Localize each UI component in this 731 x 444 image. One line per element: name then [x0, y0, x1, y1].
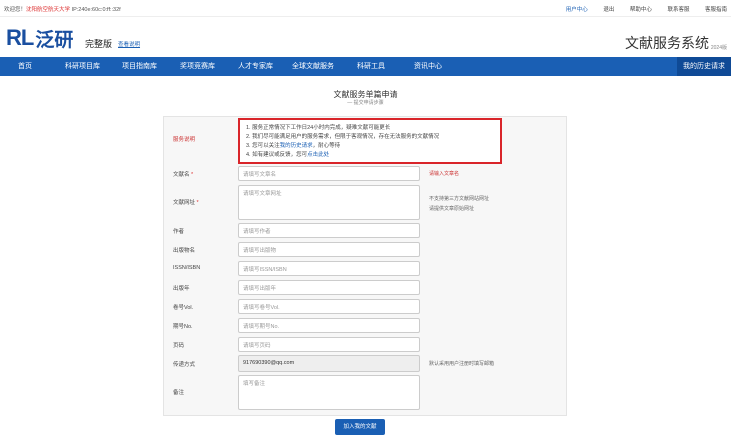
notice-line-1: 1. 服务正常情况下工作日24小时内完成，疑难文献可能更长 [246, 125, 391, 131]
publication-label: 出版物名 [173, 248, 196, 254]
delivery-email-field: 917690390@qq.com [238, 355, 420, 372]
nav-research-projects[interactable]: 科研项目库 [65, 57, 100, 76]
edition-label: 完整版 [85, 39, 113, 49]
url-hint-1: 不支持第三方文献网站网址 [429, 196, 490, 202]
author-input[interactable]: 请填写作者 [238, 223, 420, 238]
welcome-text: 欢迎您！沈阳航空航天大学 IP:240e:60c:0:ff::32f [4, 5, 121, 13]
issn-input[interactable]: 请填写ISSN/ISBN [238, 261, 420, 276]
top-bar: 欢迎您！沈阳航空航天大学 IP:240e:60c:0:ff::32f 用户中心 … [0, 0, 731, 17]
nav-experts[interactable]: 人才专家库 [238, 57, 273, 76]
title-input[interactable]: 请填写文章名 [238, 166, 420, 181]
logo-text: 泛研 [35, 28, 74, 51]
required-mark: * [191, 172, 194, 178]
nav-home[interactable]: 首页 [18, 57, 32, 76]
nav-research-tools[interactable]: 科研工具 [357, 57, 385, 76]
logout-link[interactable]: 退出 [603, 7, 614, 13]
url-hint-2: 请提供文章原始网址 [429, 206, 475, 212]
notice-line-4: 4. 如有建议或反馈，您可点击此处 [246, 151, 494, 160]
nav-awards[interactable]: 奖项竞赛库 [180, 57, 215, 76]
support-guide-link[interactable]: 客服指南 [705, 7, 727, 13]
notice-line-2: 2. 我们尽可能满足用户的服务需求，但限于客观情况，存在无法服务的文献情况 [246, 134, 440, 140]
notice-line-3-tail: ，耐心等待 [312, 143, 341, 149]
issue-label: 期号No. [173, 324, 193, 330]
delivery-label: 传递方式 [173, 362, 196, 368]
notice-history-link[interactable]: 我的历史请求 [280, 143, 313, 149]
delivery-hint: 默认采用用户注册时填写邮箱 [429, 361, 495, 367]
main-nav: 首页 科研项目库 项目指南库 奖项竞赛库 人才专家库 全球文献服务 科研工具 资… [0, 57, 731, 76]
logo-mark: RL [6, 25, 34, 50]
author-label: 作者 [173, 229, 185, 235]
remark-label: 备注 [173, 390, 185, 396]
url-label: 文献网址 * [173, 198, 199, 206]
title-label: 文献名 * [173, 170, 193, 178]
url-input[interactable]: 请填写文章网址 [238, 185, 420, 220]
system-year: 2024版 [710, 45, 727, 51]
pub-year-label: 出版年 [173, 286, 190, 292]
notice-line-4-text: 4. 如有建议或反馈，您可 [246, 152, 308, 158]
pages-input[interactable]: 请填写页码 [238, 337, 420, 352]
pub-year-input[interactable]: 请填写出版年 [238, 280, 420, 295]
volume-label: 卷号Vol. [173, 305, 194, 311]
issue-input[interactable]: 请填写期号No. [238, 318, 420, 333]
notice-line-3-text: 3. 您可以关注 [246, 143, 280, 149]
ip-address: IP:240e:60c:0:ff::32f [70, 7, 121, 13]
notice-feedback-link[interactable]: 点击此处 [307, 152, 329, 158]
publication-input[interactable]: 请填写出版物 [238, 242, 420, 257]
contact-support-link[interactable]: 联系客服 [667, 7, 689, 13]
form-subtitle: — 提交申请步骤 [347, 100, 384, 106]
edition-info-link[interactable]: 查看说明 [118, 40, 140, 48]
header: RL 泛研 完整版 查看说明 文献服务系统 2024版 [0, 17, 731, 57]
nav-global-literature[interactable]: 全球文献服务 [292, 57, 334, 76]
url-label-text: 文献网址 [173, 200, 196, 206]
title-hint: 请输入文章名 [429, 171, 460, 177]
volume-input[interactable]: 请填写卷号Vol. [238, 299, 420, 314]
service-label: 服务说明 [173, 137, 196, 143]
pages-label: 页码 [173, 343, 185, 349]
user-center-link[interactable]: 用户中心 [566, 7, 588, 13]
system-title: 文献服务系统 [625, 36, 709, 52]
add-to-my-literature-button[interactable]: 加入我的文献 [335, 419, 385, 435]
title-label-text: 文献名 [173, 172, 190, 178]
required-mark: * [196, 200, 199, 206]
issn-label: ISSN/ISBN [173, 265, 201, 271]
site-logo[interactable]: RL 泛研 [6, 25, 73, 51]
top-links: 用户中心 退出 帮助中心 联系客服 客服指南 [552, 5, 727, 13]
university-link[interactable]: 沈阳航空航天大学 [26, 7, 70, 13]
help-center-link[interactable]: 帮助中心 [630, 7, 652, 13]
welcome-label: 欢迎您！ [4, 7, 27, 13]
nav-history-requests[interactable]: 我的历史请求 [677, 57, 731, 76]
nav-news[interactable]: 资讯中心 [414, 57, 442, 76]
notice-line-3: 3. 您可以关注我的历史请求，耐心等待 [246, 142, 494, 151]
service-notice-box: 1. 服务正常情况下工作日24小时内完成，疑难文献可能更长 2. 我们尽可能满足… [238, 118, 502, 164]
nav-project-guides[interactable]: 项目指南库 [122, 57, 157, 76]
remark-input[interactable]: 填写备注 [238, 375, 420, 410]
